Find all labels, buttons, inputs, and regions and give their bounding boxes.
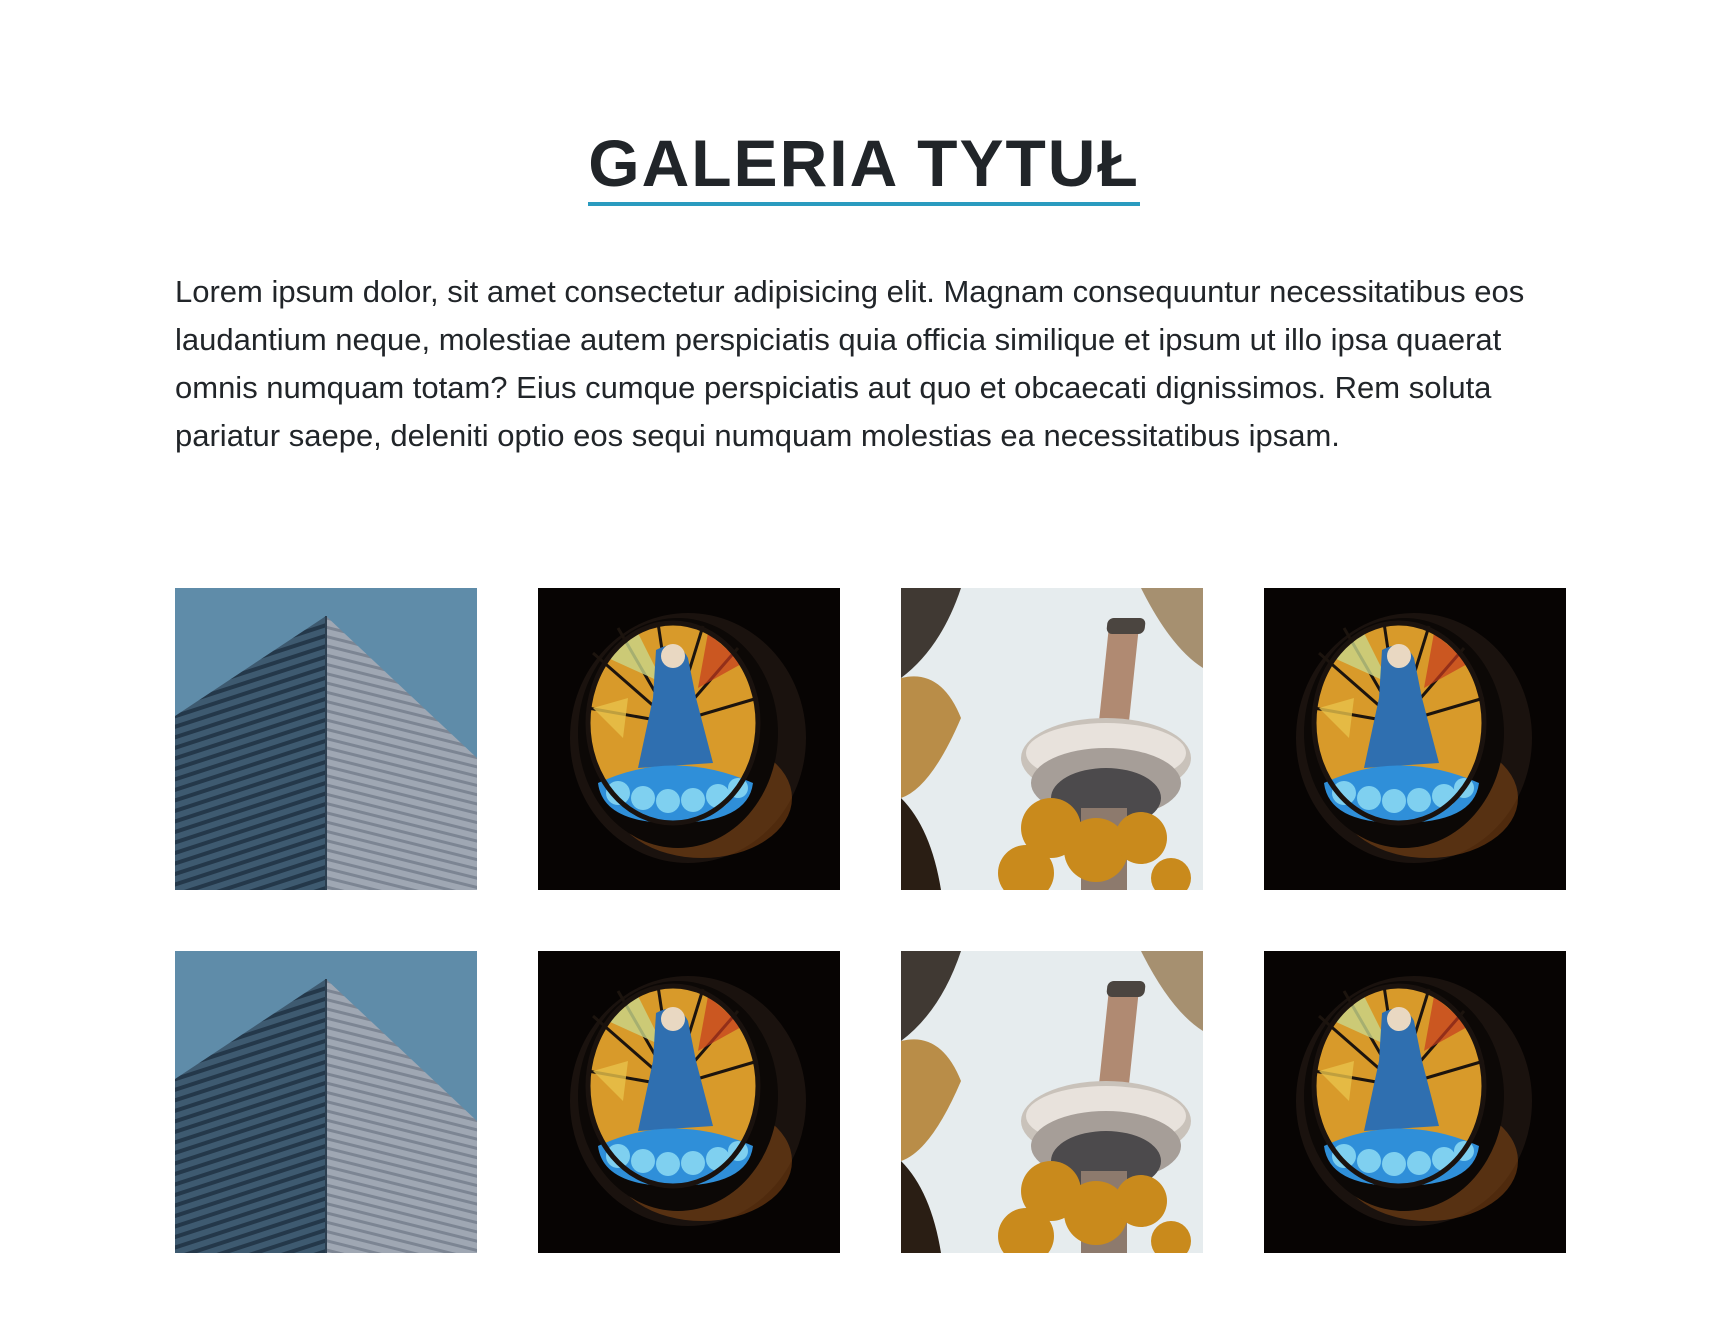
stained-glass-image [538, 588, 840, 890]
building-image [175, 951, 477, 1253]
stained-glass-image [538, 951, 840, 1253]
stained-glass-image [1264, 588, 1566, 890]
gallery-grid [175, 588, 1567, 1253]
gallery-image-tower[interactable] [901, 588, 1203, 890]
gallery-image-building[interactable] [175, 588, 477, 890]
gallery-image-building[interactable] [175, 951, 477, 1253]
stained-glass-image [1264, 951, 1566, 1253]
gallery-image-stained-glass[interactable] [538, 951, 840, 1253]
intro-paragraph: Lorem ipsum dolor, sit amet consectetur … [175, 274, 1525, 453]
gallery-image-stained-glass[interactable] [1264, 588, 1566, 890]
gallery-page: GALERIA TYTUŁ Lorem ipsum dolor, sit ame… [0, 0, 1728, 1326]
gallery-image-stained-glass[interactable] [538, 588, 840, 890]
title-section: GALERIA TYTUŁ [0, 130, 1728, 206]
tv-tower-image [901, 951, 1203, 1253]
page-title: GALERIA TYTUŁ [588, 130, 1140, 206]
building-image [175, 588, 477, 890]
tv-tower-image [901, 588, 1203, 890]
gallery-image-tower[interactable] [901, 951, 1203, 1253]
gallery-image-stained-glass[interactable] [1264, 951, 1566, 1253]
